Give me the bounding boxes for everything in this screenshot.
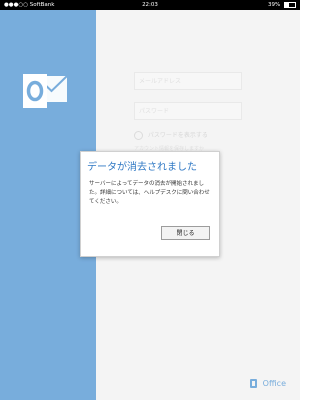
battery-percent: 39% (268, 2, 281, 8)
close-button[interactable]: 閉じる (161, 226, 210, 240)
dialog-message: サーバーによってデータの消去が開始されました。詳細については、ヘルプデスクに問い… (89, 181, 210, 205)
battery-icon (284, 1, 296, 8)
status-bar: ●●●○○ SoftBank 22:03 39% (0, 0, 300, 10)
clock: 22:03 (142, 2, 158, 8)
battery-status: 39% (268, 0, 296, 10)
dialog-title: データが消去されました (87, 162, 197, 173)
data-wiped-dialog: データが消去されました サーバーによってデータの消去が開始されました。詳細につい… (80, 151, 220, 257)
